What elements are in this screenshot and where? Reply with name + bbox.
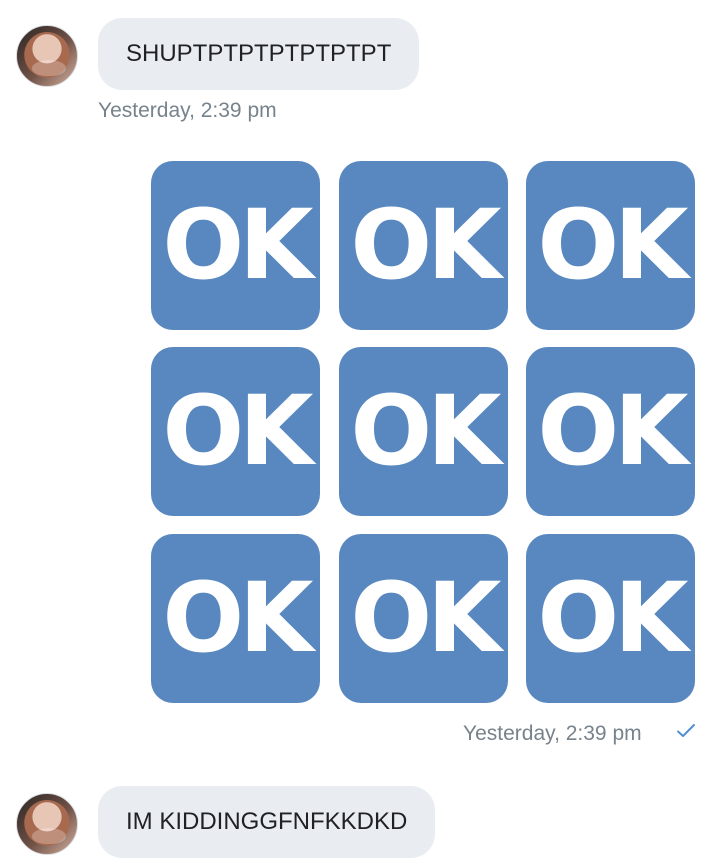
ok-sticker-tile: OK — [526, 534, 695, 703]
sticker-timestamp: Yesterday, 2:39 pm — [463, 722, 642, 745]
incoming-message-bubble[interactable]: SHUPTPTPTPTPTPTPT — [98, 18, 420, 90]
incoming-message-bubble[interactable]: IM KIDDINGGFNFKKDKD — [98, 786, 436, 858]
ok-sticker-tile: OK — [339, 534, 508, 703]
ok-sticker-text: OK — [162, 188, 314, 301]
ok-sticker-tile: OK — [151, 347, 320, 516]
ok-sticker-text: OK — [537, 374, 689, 487]
incoming-message-text: SHUPTPTPTPTPTPTPT — [126, 40, 392, 67]
ok-sticker-text: OK — [162, 561, 314, 674]
ok-sticker-tile: OK — [339, 347, 508, 516]
ok-sticker-tile: OK — [151, 534, 320, 703]
ok-sticker-tile: OK — [526, 161, 695, 330]
ok-sticker-text: OK — [162, 374, 314, 487]
ok-sticker-text: OK — [537, 561, 689, 674]
ok-sticker-tile: OK — [339, 161, 508, 330]
ok-sticker-grid[interactable]: OK OK OK OK OK OK OK OK OK — [151, 161, 695, 703]
sender-avatar[interactable] — [16, 793, 78, 855]
ok-sticker-tile: OK — [151, 161, 320, 330]
ok-sticker-tile: OK — [526, 347, 695, 516]
ok-sticker-text: OK — [537, 188, 689, 301]
sender-avatar[interactable] — [16, 25, 78, 87]
ok-sticker-text: OK — [350, 188, 502, 301]
ok-sticker-text: OK — [350, 561, 502, 674]
checkmark-icon — [677, 724, 695, 737]
incoming-message-text: IM KIDDINGGFNFKKDKD — [126, 808, 408, 835]
ok-sticker-text: OK — [350, 374, 502, 487]
message-timestamp: Yesterday, 2:39 pm — [98, 99, 277, 122]
